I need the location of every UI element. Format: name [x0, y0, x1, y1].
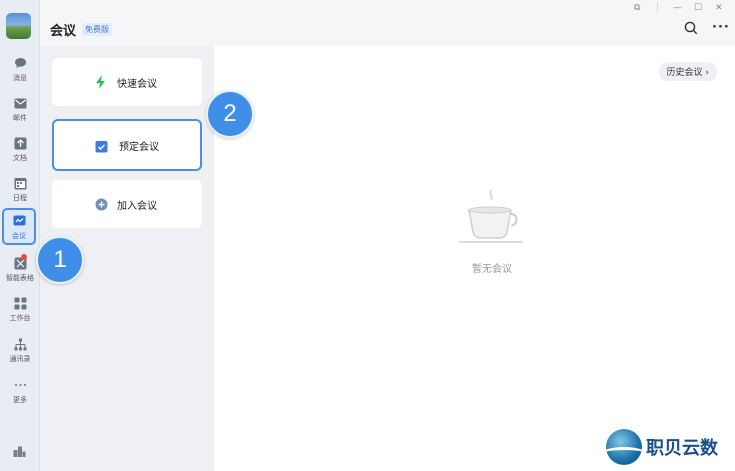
minimize-icon[interactable]: — — [673, 3, 682, 13]
close-icon[interactable]: ✕ — [715, 3, 723, 13]
mail-icon — [13, 96, 27, 110]
sidebar-item-docs[interactable]: 文档 — [0, 132, 40, 168]
maximize-icon[interactable]: ☐ — [694, 3, 702, 13]
doc-icon — [13, 136, 27, 150]
empty-cup-illustration — [442, 186, 542, 252]
calendar-icon — [13, 176, 27, 190]
sidebar-item-label: 通讯录 — [9, 355, 31, 363]
window-divider: | — [656, 3, 660, 13]
step-2-marker: 2 — [206, 90, 254, 138]
quick-meeting-button[interactable]: 快速会议 — [52, 58, 202, 106]
empty-state-text: 暂无会议 — [472, 264, 512, 275]
more-dots-icon — [13, 378, 27, 392]
schedule-meeting-label: 预定会议 — [119, 141, 159, 153]
workbench-icon — [13, 296, 27, 310]
pin-window-icon[interactable]: ⧉ — [634, 3, 640, 13]
main-content: 历史会议 › 暂无会议 — [214, 46, 735, 471]
sidebar-item-messages[interactable]: 消息 — [0, 52, 40, 88]
quick-meeting-label: 快速会议 — [117, 78, 157, 90]
sidebar-item-smart-sheet[interactable]: 智能表格 — [0, 252, 40, 288]
sidebar-item-label: 更多 — [13, 396, 27, 404]
org-switch-icon[interactable] — [13, 442, 26, 461]
page-title: 会议 — [50, 24, 77, 39]
chat-icon — [13, 56, 27, 70]
calendar-check-icon — [94, 139, 108, 153]
watermark: 职贝云数 — [606, 428, 731, 466]
more-options-icon[interactable]: ··· — [712, 20, 730, 35]
sidebar-item-more[interactable]: 更多 — [0, 374, 40, 410]
sidebar-item-label: 文档 — [13, 154, 27, 162]
plus-circle-icon — [94, 197, 108, 211]
step-1-marker: 1 — [36, 236, 84, 284]
empty-state: 暂无会议 — [442, 186, 542, 275]
join-meeting-label: 加入会议 — [117, 200, 157, 212]
sidebar-item-label: 日程 — [13, 194, 27, 202]
sidebar-item-mail[interactable]: 邮件 — [0, 92, 40, 128]
sidebar-item-label: 工作台 — [9, 314, 31, 322]
sidebar-item-label: 会议 — [12, 232, 26, 240]
left-rail: 消息 邮件 文档 日程 会议 智能表格 工作台 通讯录 更多 — [0, 0, 40, 471]
plan-badge: 免费版 — [82, 23, 112, 36]
meeting-icon — [12, 214, 26, 228]
lightning-icon — [94, 75, 108, 89]
search-icon[interactable] — [684, 20, 698, 39]
avatar[interactable] — [6, 13, 31, 39]
schedule-meeting-button[interactable]: 预定会议 — [52, 119, 202, 171]
watermark-text: 职贝云数 — [646, 438, 718, 459]
notification-badge — [21, 254, 27, 260]
watermark-logo-icon — [606, 429, 642, 465]
join-meeting-button[interactable]: 加入会议 — [52, 180, 202, 228]
sidebar-item-workbench[interactable]: 工作台 — [0, 292, 40, 328]
history-meetings-button[interactable]: 历史会议 › — [658, 62, 717, 81]
sidebar-item-calendar[interactable]: 日程 — [0, 172, 40, 208]
sidebar-item-label: 消息 — [13, 74, 27, 82]
sidebar-item-label: 智能表格 — [6, 274, 34, 282]
sidebar-item-contacts[interactable]: 通讯录 — [0, 333, 40, 369]
header: 会议 免费版 ⧉ | — ☐ ✕ ··· — [40, 0, 735, 46]
contacts-icon — [13, 337, 27, 351]
sidebar-item-label: 邮件 — [13, 114, 27, 122]
sidebar-item-meeting[interactable]: 会议 — [2, 208, 36, 245]
